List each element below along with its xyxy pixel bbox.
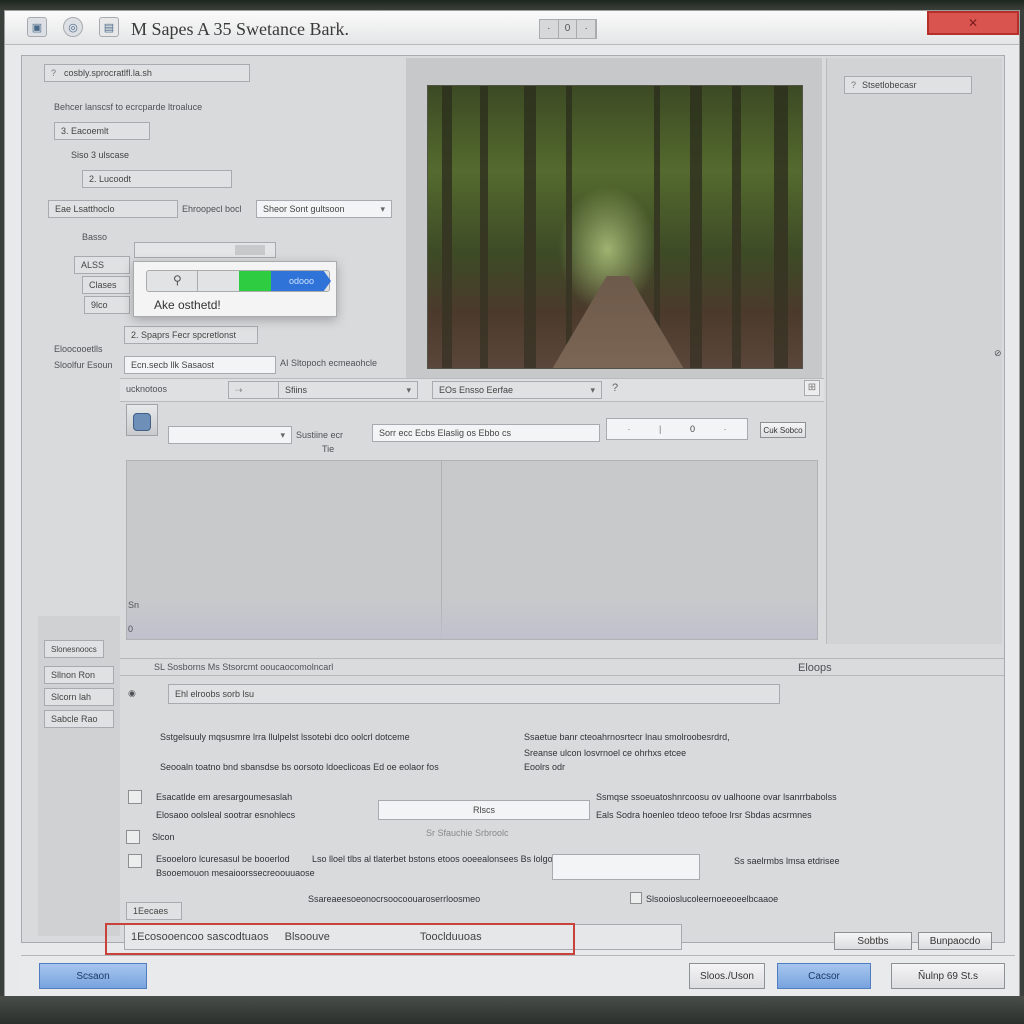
field-h[interactable]: Ecn.secb llk Sasaost (124, 356, 276, 374)
left-lower-label-1[interactable]: Slonesnoocs (44, 640, 104, 658)
label-h2: Sloolfur Esoun (54, 360, 113, 370)
para-2c: Eoolrs odr (524, 762, 566, 772)
document-icon[interactable]: ▤ (99, 17, 119, 37)
window-title: M Sapes A 35 Swetance Bark. (131, 19, 349, 39)
title-tab-1[interactable]: · (540, 20, 559, 38)
para-3b: Elosaoo oolsleal sootrar esnohlecs (156, 810, 296, 820)
right-panel-dropdown[interactable]: ? Stsetlobecasr (844, 76, 972, 94)
left-lower-panel (38, 616, 120, 936)
left-lower-label-3[interactable]: Slcorn lah (44, 688, 114, 706)
highlight-box (105, 923, 575, 955)
tool-dropdown[interactable] (168, 426, 292, 444)
label-h: Eloocooetlls (54, 344, 103, 354)
para-3a: Esacatlde em aresargoumesaslah (156, 792, 293, 802)
checkbox-3[interactable] (128, 854, 142, 868)
stack-item-2[interactable]: Clases (82, 276, 130, 294)
canvas-area[interactable] (126, 460, 818, 640)
option-c-field[interactable]: 2. Lucoodt (82, 170, 232, 188)
close-button[interactable]: ✕ (927, 11, 1019, 35)
app-window: ▣ ◎ ▤ M Sapes A 35 Swetance Bark. · 0 · … (4, 10, 1020, 999)
footer-button-3[interactable]: Ñulnp 69 St.s (891, 963, 1005, 989)
tool-icon[interactable] (126, 404, 158, 436)
progress-arrow: odooo (271, 271, 331, 291)
para-1c: Seooaln toatno bnd sbansdse bs oorsoto l… (160, 762, 439, 772)
para-1a: Sstgelsuuly mqsusmre lrra llulpelst lsso… (160, 732, 410, 742)
para-4b: Bsooemouon mesaioorssecreoouuaose (156, 868, 315, 878)
forest-photo (427, 85, 803, 369)
checkbox-4[interactable] (630, 892, 642, 904)
section-header-right: Eloops (798, 662, 832, 674)
tool-mid-label: Sustiine ecr (296, 430, 344, 440)
center-field[interactable]: Rlscs (378, 800, 590, 820)
badge[interactable]: 1Eecaes (126, 902, 182, 920)
app-icon: ▣ (27, 17, 47, 37)
toolbar-label: ucknotoos (126, 384, 168, 394)
globe-icon[interactable]: ◎ (63, 17, 83, 37)
bottom-right-button-2[interactable]: Bunpaocdo (918, 932, 992, 950)
option-a-button[interactable]: 3. Eacoemlt (54, 122, 150, 140)
toolbar-dropdown-1[interactable]: Sfiins (278, 381, 418, 399)
tool-small-button[interactable]: Cuk Sobco (760, 422, 806, 438)
para-4c: Lso lloel tlbs al tlaterbet bstons etoos… (312, 854, 558, 864)
field-g[interactable]: 2. Spaprs Fecr spcretlonst (124, 326, 258, 344)
tool-mid-label-2: Tie (322, 444, 335, 454)
title-tab-group[interactable]: · 0 · (539, 19, 597, 39)
right-panel (826, 58, 1002, 644)
toolbar-dropdown-2[interactable]: EOs Ensso Eerfae (432, 381, 602, 399)
section-field[interactable]: Ehl elroobs sorb lsu (168, 684, 780, 704)
option-f-label: Basso (82, 232, 108, 242)
stack-item-3[interactable]: 9lco (84, 296, 130, 314)
dropper-icon: ⚲ (173, 273, 182, 287)
stack-item-1[interactable]: ALSS (74, 256, 130, 274)
caption-mid: Sr Sfauchie Srbroolc (426, 828, 509, 838)
checkbox-1[interactable] (128, 790, 142, 804)
footer-button-1[interactable]: Sloos./Uson (689, 963, 765, 989)
para-3c: Ssmqse ssoeuatoshnrcoosu ov ualhoone ova… (596, 792, 837, 802)
canvas-marker-1: Sn (128, 600, 140, 610)
popup-caption: Ake osthetd! (154, 298, 221, 312)
top-setting-field[interactable]: ? cosbly.sprocratlfl.la.sh (44, 64, 250, 82)
primary-left-button[interactable]: Scsaon (39, 963, 147, 989)
slider-handle[interactable] (235, 245, 265, 255)
camera-icon[interactable]: ◉ (128, 688, 136, 699)
footer-bar: Scsaon Sloos./Uson Cacsor Ñulnp 69 St.s (21, 955, 1015, 999)
para-4a: Esooeloro lcuresasul be booerlod (156, 854, 290, 864)
text-h: AI Sltopoch ecmeaohcle (280, 358, 378, 368)
slider-track[interactable] (134, 242, 276, 258)
row-caption-b: Slsooioslucoleernoeeoeelbcaaoe (646, 894, 779, 904)
option-e-dropdown[interactable]: Sheor Sont gultsoon (256, 200, 392, 218)
section-header: SL Sosborns Ms Stsorcmt ooucaocomolncarl (154, 662, 334, 672)
option-b-label: Siso 3 ulscase (71, 150, 130, 160)
title-tab-3[interactable]: · (577, 20, 597, 38)
right-input[interactable] (552, 854, 700, 880)
tool-stepper[interactable]: · | 0 · (606, 418, 748, 440)
progress-popup: ⚲ odooo Ake osthetd! (133, 261, 337, 317)
para-4d: Ss saelrmbs lmsa etdrisee (734, 856, 840, 866)
title-tab-2[interactable]: 0 (559, 20, 578, 38)
help-icon[interactable]: ? (612, 382, 618, 394)
row-caption: Ssareaeesoeonocrsoocoouaroserrloosmeo (308, 894, 481, 904)
right-panel-scroll-marker[interactable]: ⊘ (994, 348, 1002, 359)
tool-long-field[interactable]: Sorr ecc Ecbs Elaslig os Ebbo cs (372, 424, 600, 442)
left-lower-label-4[interactable]: Sabcle Rao (44, 710, 114, 728)
footer-button-2[interactable]: Cacsor (777, 963, 871, 989)
desktop-background-top (0, 0, 1024, 10)
canvas-marker-2: 0 (128, 624, 134, 634)
left-lower-label-2[interactable]: Sllnon Ron (44, 666, 114, 684)
canvas-shadow (127, 599, 817, 639)
progress-fill-green (239, 271, 273, 291)
title-bar: ▣ ◎ ▤ M Sapes A 35 Swetance Bark. · 0 · … (5, 11, 1019, 45)
bottom-right-button-1[interactable]: Sobtbs (834, 932, 912, 950)
option-d-button[interactable]: Eae Lsatthoclo (48, 200, 178, 218)
desktop-background-bottom (0, 996, 1024, 1024)
para-1b: Ssaetue banr cteoahrnosrtecr lnau smolro… (524, 732, 730, 742)
progress-bar: ⚲ odooo (146, 270, 331, 292)
label-mid: Slcon (152, 832, 175, 842)
option-e-label: Ehroopecl bocl (182, 204, 242, 214)
description-text: Behcer lanscsf to ecrcparde ltroaluce (54, 102, 203, 112)
para-3d: Eals Sodra hoenleo tdeoo tefooe lrsr Sbd… (596, 810, 812, 820)
para-2a: Sreanse ulcon losvrnoel ce ohrhxs etcee (524, 748, 687, 758)
expand-icon[interactable]: ⊞ (804, 380, 820, 396)
checkbox-2[interactable] (126, 830, 140, 844)
